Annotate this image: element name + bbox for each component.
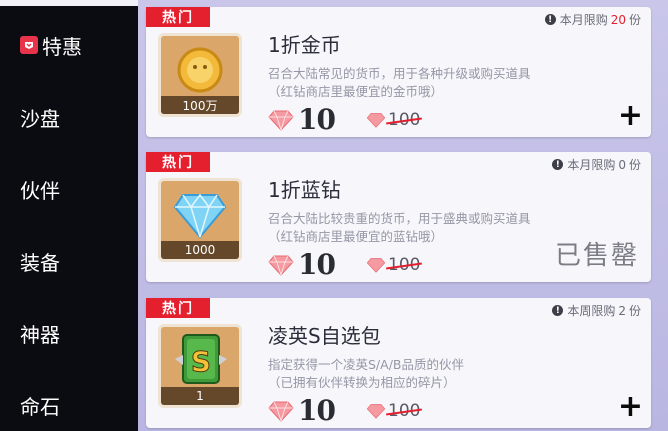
limit-unit: 份	[628, 304, 641, 318]
gold-coin-icon	[177, 47, 223, 93]
product-title: 凌英S自选包	[268, 324, 381, 348]
red-diamond-icon	[268, 110, 294, 131]
category-sidebar: 特惠 沙盘 伙伴 装备 神器 命石	[0, 0, 138, 431]
info-icon: !	[552, 305, 564, 316]
description-line: （红钻商店里最便宜的金币哦）	[268, 84, 444, 99]
product-card-blue-diamonds[interactable]: 热门 1000 1折蓝钻 召合大陆比较贵重的货币，用于盛典或购买道具 （红钻商店…	[146, 152, 651, 282]
original-price: 100	[366, 401, 420, 421]
current-price: 10	[268, 248, 336, 281]
description-line: 召合大陆常见的货币，用于各种升级或购买道具	[268, 66, 531, 81]
sold-out-status: 已售罄	[554, 241, 639, 271]
red-diamond-icon	[268, 255, 294, 276]
limit-count: 0	[618, 157, 626, 172]
sidebar-item-label: 沙盘	[20, 106, 60, 131]
sidebar-top-divider	[0, 0, 138, 6]
original-price: 100	[366, 255, 420, 275]
product-card-ling-ying-s-pack[interactable]: 热门 S 1 凌英S自选包 指定获得一个凌英S/A/B品质的伙伴 （已拥有伙伴转…	[146, 298, 651, 428]
description-line: 指定获得一个凌英S/A/B品质的伙伴	[268, 357, 464, 372]
purchase-limit: ! 本周限购 2 份	[552, 302, 641, 319]
product-quantity: 1000	[161, 241, 239, 259]
limit-unit: 份	[628, 13, 641, 27]
limit-unit: 份	[628, 158, 641, 172]
hot-badge: 热门	[146, 298, 210, 318]
sidebar-item-label: 装备	[20, 250, 60, 275]
limit-label: 本月限购	[567, 158, 616, 172]
description-line: （已拥有伙伴转换为相应的碎片）	[268, 375, 456, 390]
product-card-gold-coins[interactable]: 热门 100万 1折金币 召合大陆常见的货币，用于各种升级或购买道具 （红钻商店…	[146, 7, 651, 137]
sidebar-item-special-offers[interactable]: 特惠	[0, 25, 138, 65]
product-title: 1折金币	[268, 33, 341, 57]
limit-count: 20	[610, 12, 626, 27]
current-price: 10	[268, 394, 336, 427]
product-description: 召合大陆常见的货币，用于各种升级或购买道具 （红钻商店里最便宜的金币哦）	[268, 65, 531, 101]
hot-badge: 热门	[146, 7, 210, 27]
price-value: 10	[298, 103, 336, 136]
product-description: 指定获得一个凌英S/A/B品质的伙伴 （已拥有伙伴转换为相应的碎片）	[268, 356, 464, 392]
red-diamond-icon	[366, 113, 386, 128]
limit-label: 本周限购	[567, 304, 616, 318]
info-icon: !	[544, 14, 556, 25]
current-price: 10	[268, 103, 336, 136]
svg-text:S: S	[191, 345, 211, 378]
product-thumbnail: 1000	[158, 178, 242, 262]
sidebar-item-label: 命石	[20, 394, 60, 419]
hot-badge: 热门	[146, 152, 210, 172]
s-card-icon: S	[175, 334, 227, 384]
original-price: 100	[366, 110, 420, 130]
sidebar-item-label: 神器	[20, 322, 60, 347]
buy-plus-button[interactable]: +	[618, 101, 643, 131]
sidebar-item-partners[interactable]: 伙伴	[0, 169, 138, 209]
product-thumbnail: 100万	[158, 33, 242, 117]
tag-icon	[20, 36, 38, 54]
red-diamond-icon	[268, 401, 294, 422]
original-price-value: 100	[388, 255, 421, 275]
purchase-limit: ! 本月限购 20 份	[544, 11, 641, 28]
original-price-value: 100	[388, 110, 421, 130]
description-line: （红钻商店里最便宜的蓝钻哦）	[268, 229, 444, 244]
sidebar-item-artifacts[interactable]: 神器	[0, 313, 138, 353]
sidebar-item-fate-stones[interactable]: 命石	[0, 385, 138, 425]
product-thumbnail: S 1	[158, 324, 242, 408]
sidebar-item-equipment[interactable]: 装备	[0, 241, 138, 281]
red-diamond-icon	[366, 404, 386, 419]
sidebar-item-label: 特惠	[42, 34, 82, 59]
description-line: 召合大陆比较贵重的货币，用于盛典或购买道具	[268, 211, 531, 226]
sidebar-item-sandbox[interactable]: 沙盘	[0, 97, 138, 137]
purchase-limit: ! 本月限购 0 份	[552, 156, 641, 173]
blue-diamond-icon	[173, 193, 227, 239]
product-quantity: 1	[161, 387, 239, 405]
sidebar-item-label: 伙伴	[20, 178, 60, 203]
price-value: 10	[298, 248, 336, 281]
limit-count: 2	[618, 303, 626, 318]
original-price-value: 100	[388, 401, 421, 421]
red-diamond-icon	[366, 258, 386, 273]
buy-plus-button[interactable]: +	[618, 392, 643, 422]
info-icon: !	[552, 159, 564, 170]
product-description: 召合大陆比较贵重的货币，用于盛典或购买道具 （红钻商店里最便宜的蓝钻哦）	[268, 210, 531, 246]
price-value: 10	[298, 394, 336, 427]
product-quantity: 100万	[161, 96, 239, 114]
limit-label: 本月限购	[559, 13, 608, 27]
product-title: 1折蓝钻	[268, 178, 341, 202]
